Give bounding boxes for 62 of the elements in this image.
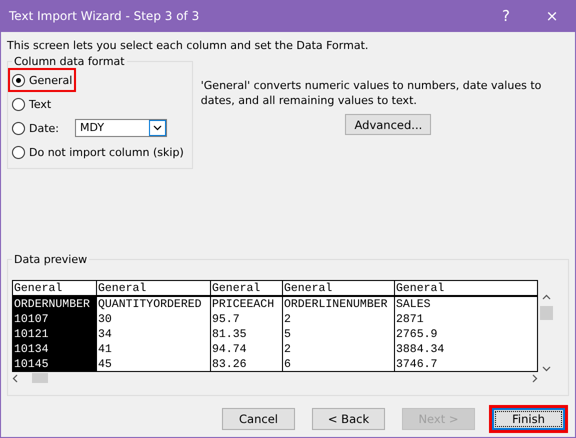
- table-cell-text: 2765.9: [395, 327, 438, 342]
- table-cell-text: 10121: [13, 327, 50, 342]
- table-cell-text: 5: [283, 327, 292, 342]
- preview-column[interactable]: General SALES 2871 2765.9 3884.34 3746.7: [395, 281, 537, 371]
- radio-option[interactable]: Do not import column (skip): [8, 140, 188, 164]
- table-cell-text: PRICEEACH: [211, 297, 276, 312]
- preview-column[interactable]: General ORDERLINENUMBER 2 5 2 6: [283, 281, 395, 371]
- table-cell-text: 2871: [395, 312, 425, 327]
- radio-option[interactable]: General: [8, 68, 76, 92]
- title-bar-button[interactable]: ×: [529, 0, 575, 32]
- radio-icon: [12, 98, 25, 110]
- scroll-right-icon: [532, 374, 538, 382]
- date-format-dropdown[interactable]: MDY: [75, 119, 167, 137]
- column-format-header: General: [97, 281, 210, 297]
- table-cell-text: 10107: [13, 312, 50, 327]
- scroll-up-icon: [542, 294, 550, 300]
- table-cell-text: 95.7: [211, 312, 241, 327]
- table-cell-text: 10134: [13, 342, 50, 357]
- format-description: 'General' converts numeric values to numbers, date values to dates, and all remaining values to text.: [200, 78, 542, 108]
- radio-icon: [12, 74, 25, 86]
- table-cell-text: 2: [283, 342, 292, 357]
- table-cell-text: 3746.7: [395, 357, 438, 371]
- title-bar-button[interactable]: ?: [483, 0, 529, 32]
- table-cell-text: 34: [97, 327, 113, 342]
- group-title: Column data format: [13, 55, 126, 68]
- dialog-button[interactable]: < Back: [312, 408, 385, 430]
- group-title: Data preview: [13, 253, 88, 266]
- chevron-down-icon: [153, 125, 162, 131]
- scrollbar-thumb[interactable]: [32, 373, 48, 383]
- table-cell-text: 6: [283, 357, 292, 371]
- preview-column[interactable]: General PRICEEACH 95.7 81.35 94.74 83.26: [211, 281, 283, 371]
- table-cell-text: 81.35: [211, 327, 248, 342]
- advanced-button[interactable]: Advanced...: [345, 114, 432, 135]
- radio-option[interactable]: Text: [8, 92, 56, 116]
- dialog-button[interactable]: Cancel: [222, 408, 295, 430]
- instruction-text: This screen lets you select each column and set the Data Format.: [7, 39, 370, 52]
- table-cell-text: 94.74: [211, 342, 248, 357]
- table-cell-text: QUANTITYORDERED: [97, 297, 203, 312]
- radio-option[interactable]: Date:: [8, 116, 63, 140]
- radio-icon: [12, 146, 25, 158]
- scroll-down-icon: [542, 366, 550, 372]
- table-cell-text: SALES: [395, 297, 432, 312]
- column-format-header: General: [211, 281, 282, 297]
- table-cell-text: 2: [283, 312, 292, 327]
- column-format-header: General: [283, 281, 394, 297]
- table-cell-text: ORDERNUMBER: [13, 297, 91, 312]
- scrollbar-thumb[interactable]: [540, 306, 552, 320]
- table-cell-text: 45: [97, 357, 113, 371]
- table-cell-text: 83.26: [211, 357, 248, 371]
- window-title: Text Import Wizard - Step 3 of 3: [9, 9, 200, 23]
- table-cell-text: 41: [97, 342, 113, 357]
- preview-column[interactable]: General ORDERNUMBER 10107 10121 10134 10145: [13, 281, 97, 371]
- scroll-left-icon: [12, 374, 18, 382]
- table-cell-text: 3884.34: [395, 342, 446, 357]
- preview-column[interactable]: General QUANTITYORDERED 30 34 41 45: [97, 281, 211, 371]
- table-cell-text: 10145: [13, 357, 50, 371]
- dialog-button[interactable]: Finish: [492, 408, 565, 430]
- table-cell-text: 30: [97, 312, 113, 327]
- horizontal-scrollbar[interactable]: [12, 372, 538, 384]
- radio-icon: [12, 122, 25, 134]
- table-cell-text: ORDERLINENUMBER: [283, 297, 389, 312]
- column-format-header: General: [395, 281, 537, 297]
